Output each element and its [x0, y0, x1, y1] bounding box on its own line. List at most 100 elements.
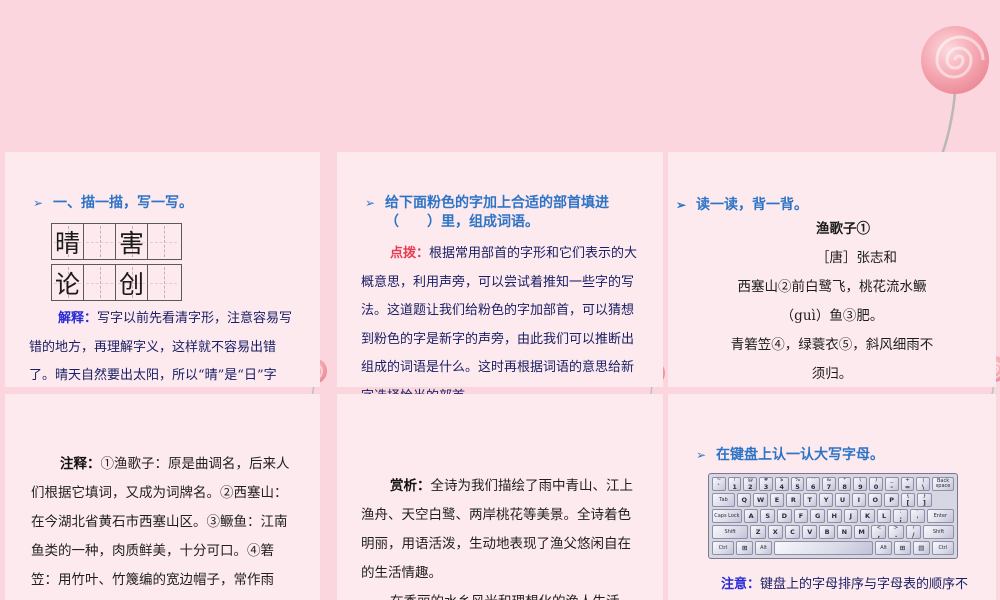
analysis-paragraph1: 赏析：全诗为我们描绘了雨中青山、江上渔舟、天空白鹭、两岸桃花等美景。全诗着色明丽…: [361, 472, 641, 588]
kb-key: Tab: [712, 493, 736, 507]
kb-key: }]: [917, 493, 932, 507]
kb-key: T: [802, 493, 817, 507]
kb-key: B: [819, 525, 835, 539]
kb-key: V: [802, 525, 818, 539]
grid-cell: [148, 265, 179, 300]
kb-key: M: [853, 525, 870, 539]
grid-cell: 害: [116, 224, 148, 259]
kb-key: Shift: [922, 525, 955, 539]
kb-key: Caps Lock: [712, 509, 742, 523]
kb-key: Ctrl: [712, 541, 735, 555]
kb-key: + =: [900, 477, 915, 491]
panel-notes: 注释：①渔歌子：原是曲调名，后来人们根据它填词，又成为词牌名。②西塞山：在今湖北…: [5, 394, 320, 600]
kb-key: (9: [853, 477, 868, 491]
writing-grid: 晴害论创: [51, 223, 298, 301]
kb-key: Alt: [875, 541, 893, 555]
section-header: ➢ 一、描一描，写一写。: [29, 194, 298, 213]
poem-lines: 西塞山②前白鹭飞，桃花流水鳜 （guì）鱼③肥。 青箬笠④，绿蓑衣⑤，斜风细雨不 须归…: [696, 273, 968, 389]
kb-key: ) 0: [869, 477, 883, 491]
kb-key: [773, 541, 874, 555]
kb-key: S: [760, 509, 776, 523]
kb-key: :;: [893, 509, 909, 523]
kb-key: Ctrl: [931, 541, 955, 555]
header-text: 读一读，背一背。: [696, 197, 808, 213]
slide: ➢ 一、描一描，写一写。 晴害论创 解释：写字以前先看清字形，注意容易写错的地方，…: [0, 0, 1000, 600]
hint-label: 点拨：: [390, 246, 430, 261]
panel-radical-exercise: ➢ 给下面粉色的字加上合适的部首填进（ ）里，组成词语。 点拨：根据常用部首的字形…: [337, 152, 663, 491]
poem-line: 青箬笠④，绿蓑衣⑤，斜风细雨不: [730, 337, 934, 353]
analysis-paragraph2: 在秀丽的水乡风光和理想化的渔人生活中，寄托了作者爱自由、爱自然的情怀，既体现了作…: [361, 588, 641, 600]
kb-key: C: [784, 525, 801, 539]
kb-key: Z: [750, 525, 766, 539]
analysis-label: 赏析：: [390, 478, 431, 494]
section-header: ➢ 给下面粉色的字加上合适的部首填进（ ）里，组成词语。: [361, 194, 641, 232]
kb-key: I: [851, 493, 867, 507]
kb-key: L: [876, 509, 892, 523]
notes-label: 注释：: [60, 456, 101, 472]
panel-keyboard: ➢ 在键盘上认一认大写字母。 ~ `! 1 @2 #3 $4% 5 ^ 6 & 7 * 8(9) 0 _ - + =…: [668, 394, 996, 600]
kb-key: F: [793, 509, 809, 523]
grid-cell: [148, 224, 179, 259]
header-text: 给下面粉色的字加上合适的部首填进（ ）里，组成词语。: [385, 195, 609, 230]
kb-key: " ': [910, 509, 925, 523]
kb-key: E: [769, 493, 785, 507]
kb-key: #3: [759, 477, 773, 491]
lollipop-icon: [921, 26, 989, 161]
kb-key: ▤: [912, 541, 930, 555]
poem-line: 西塞山②前白鹭飞，桃花流水鳜: [737, 279, 927, 295]
grid-cell: 创: [116, 265, 148, 300]
kb-key: O: [868, 493, 883, 507]
kb-key: <,: [871, 525, 887, 539]
header-text: 一、描一描，写一写。: [53, 195, 193, 211]
hint-paragraph: 点拨：根据常用部首的字形和它们表示的大概意思，利用声旁，可以尝试着推知一些字的写…: [361, 240, 641, 411]
arrow-icon: ➢: [676, 198, 687, 212]
notes-text: ①渔歌子：原是曲调名，后来人们根据它填词，又成为词牌名。②西塞山：在今湖北省黄石…: [31, 456, 290, 588]
notes-paragraph: 注释：①渔歌子：原是曲调名，后来人们根据它填词，又成为词牌名。②西塞山：在今湖北…: [31, 450, 296, 600]
kb-key: Q: [737, 493, 752, 507]
kb-key: Back space: [932, 477, 954, 491]
kb-key: ^ 6: [806, 477, 821, 491]
kb-key: X: [767, 525, 783, 539]
section-header: ➢ 在键盘上认一认大写字母。: [692, 446, 974, 465]
hint-text: 根据常用部首的字形和它们表示的大概意思，利用声旁，可以尝试着推知一些字的写法。这…: [361, 246, 638, 404]
panel-poem: ➢ 读一读，背一背。 渔歌子① ［唐］张志和 西塞山②前白鹭飞，桃花流水鳜 （guì…: [668, 152, 996, 498]
kb-key: A: [743, 509, 759, 523]
kb-key: ! 1: [727, 477, 742, 491]
kb-key: Enter: [926, 509, 954, 523]
kb-key: ~ `: [712, 477, 726, 491]
explanation-label: 解释：: [58, 311, 98, 326]
kb-key: G: [810, 509, 825, 523]
kb-key: U: [835, 493, 850, 507]
kb-key: ⊞: [736, 541, 754, 555]
poem-author: ［唐］张志和: [816, 250, 897, 266]
kb-key: | \: [916, 477, 931, 491]
kb-key: P: [884, 493, 899, 507]
keyboard: ~ `! 1 @2 #3 $4% 5 ^ 6 & 7 * 8(9) 0 _ - + = | \ Back space Ta…: [708, 473, 958, 559]
poem-title: 渔歌子①: [816, 221, 870, 237]
kb-key: @2: [743, 477, 758, 491]
grid-cell: 晴: [52, 224, 84, 259]
kb-key: $4: [774, 477, 789, 491]
kb-key: K: [860, 509, 875, 523]
kb-key: _ -: [884, 477, 899, 491]
header-text: 在键盘上认一认大写字母。: [716, 447, 884, 463]
kb-key: H: [826, 509, 842, 523]
kb-key: N: [836, 525, 852, 539]
arrow-icon: ➢: [33, 196, 44, 210]
note-label: 注意：: [721, 577, 761, 592]
kb-key: Y: [818, 493, 834, 507]
panel-analysis: 赏析：全诗为我们描绘了雨中青山、江上渔舟、天空白鹭、两岸桃花等美景。全诗着色明丽…: [337, 394, 663, 600]
kb-key: % 5: [790, 477, 805, 491]
arrow-icon: ➢: [365, 196, 376, 210]
kb-key: {[: [900, 493, 916, 507]
panel-write-practice: ➢ 一、描一描，写一写。 晴害论创 解释：写字以前先看清字形，注意容易写错的地方，…: [5, 152, 320, 469]
kb-key: R: [786, 493, 801, 507]
arrow-icon: ➢: [696, 448, 707, 462]
kb-key: & 7: [822, 477, 836, 491]
kb-key: W: [753, 493, 768, 507]
kb-key: Shift: [712, 525, 749, 539]
poem-line: （guì）鱼③肥。: [780, 308, 884, 324]
grid-cell: 论: [52, 265, 84, 300]
keyboard-note: 注意：键盘上的字母排序与字母表的顺序不同，为了更好地记忆，可以边背边假装敲击它。…: [692, 571, 974, 600]
kb-key: * 8: [837, 477, 852, 491]
